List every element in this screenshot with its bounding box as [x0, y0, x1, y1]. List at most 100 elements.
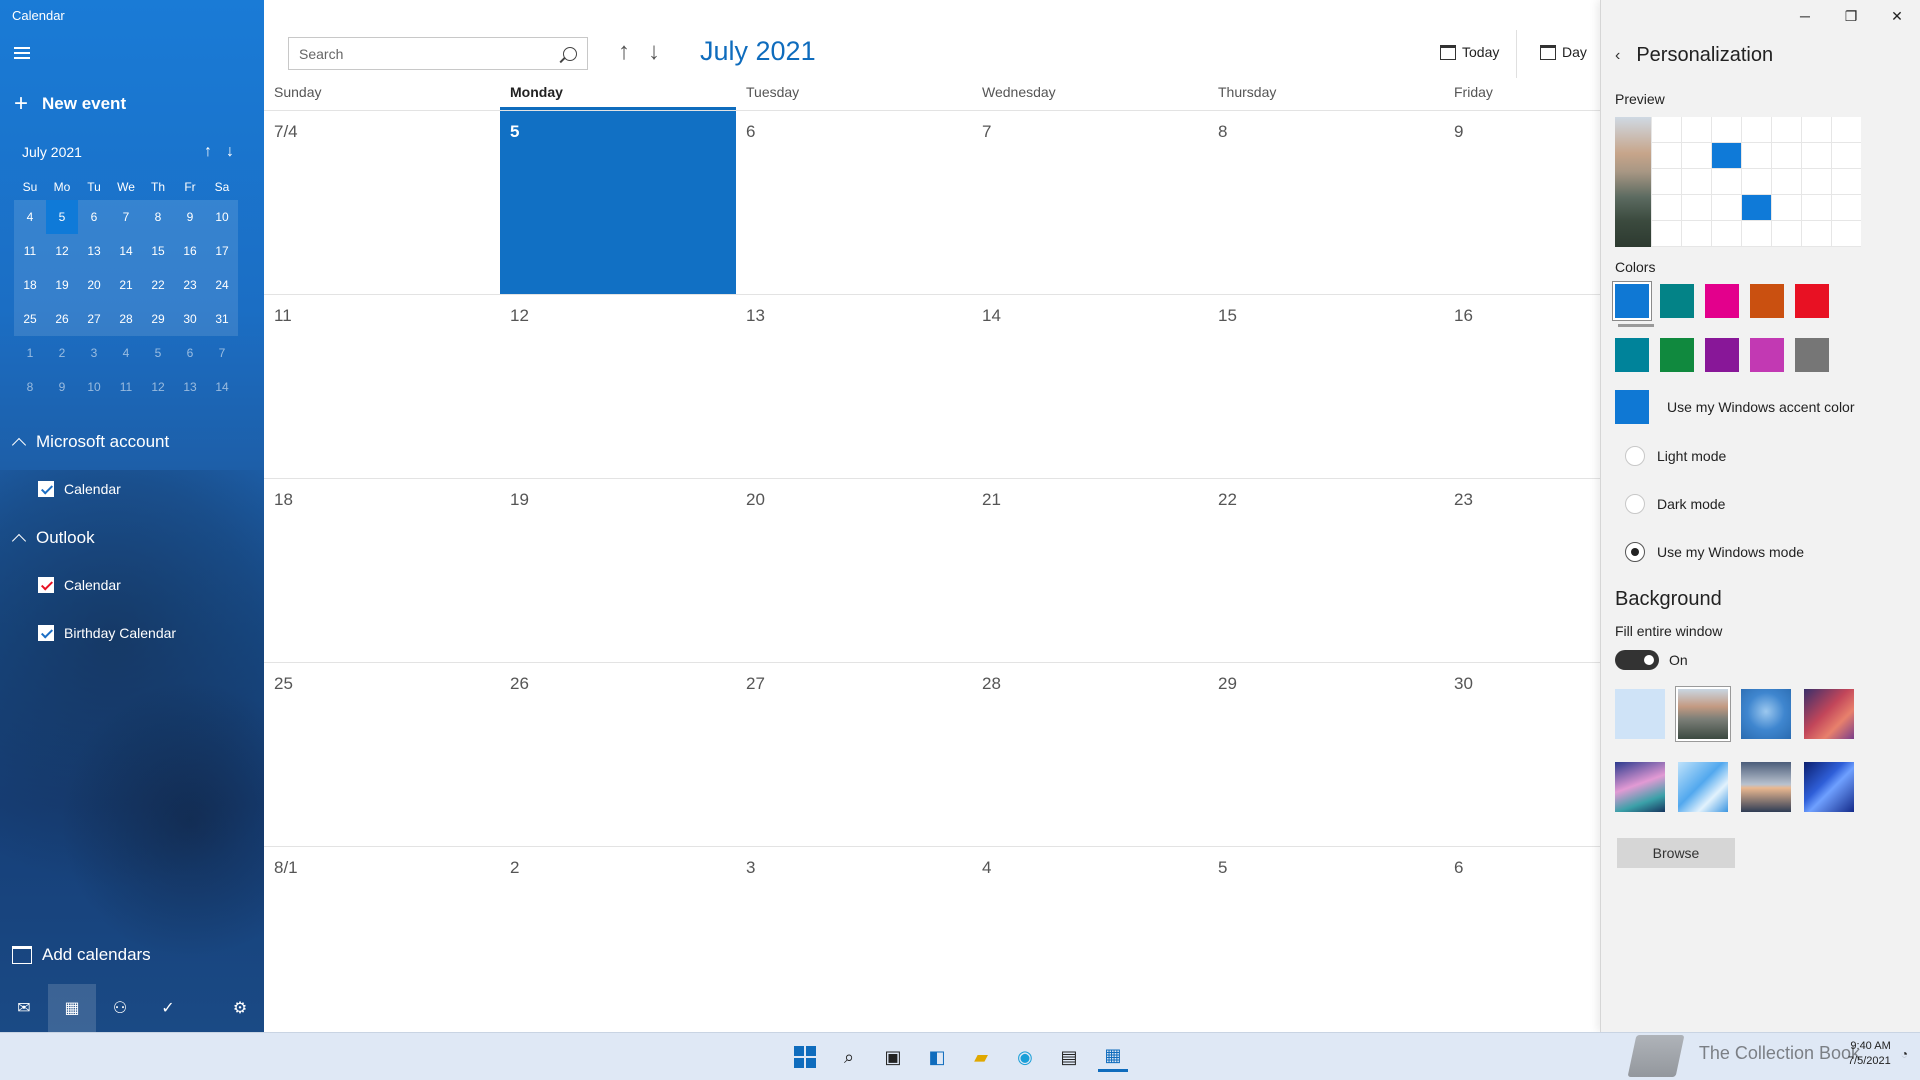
mini-next-month-arrow-down-icon[interactable]: ↓ [226, 143, 234, 161]
mini-day[interactable]: 17 [206, 234, 238, 268]
mini-day[interactable]: 8 [14, 370, 46, 404]
day-cell[interactable]: 3 [736, 847, 972, 1031]
day-cell[interactable]: 12 [500, 295, 736, 479]
mini-day[interactable]: 22 [142, 268, 174, 302]
windows-mode-radio[interactable]: Use my Windows mode [1625, 542, 1804, 562]
mini-day[interactable]: 14 [110, 234, 142, 268]
background-option-mountain[interactable] [1676, 687, 1730, 741]
browse-button[interactable]: Browse [1617, 838, 1735, 868]
mini-day[interactable]: 30 [174, 302, 206, 336]
calendar-toggle-outlook-calendar[interactable]: Calendar [38, 577, 121, 593]
mini-day[interactable]: 12 [142, 370, 174, 404]
calendar-icon[interactable]: ▦ [48, 984, 96, 1032]
dark-mode-radio[interactable]: Dark mode [1625, 494, 1725, 514]
checkbox-checked-icon[interactable] [38, 481, 54, 497]
mini-day[interactable]: 28 [110, 302, 142, 336]
mini-day[interactable]: 29 [142, 302, 174, 336]
background-option-canyon[interactable] [1804, 689, 1854, 739]
mini-day[interactable]: 6 [78, 200, 110, 234]
mini-day[interactable]: 4 [14, 200, 46, 234]
edge-browser-icon[interactable]: ◉ [1010, 1042, 1040, 1072]
mini-day[interactable]: 5 [142, 336, 174, 370]
background-option-blue-streaks[interactable] [1804, 762, 1854, 812]
mini-day[interactable]: 26 [46, 302, 78, 336]
color-swatch[interactable] [1613, 282, 1651, 320]
day-cell[interactable]: 14 [972, 295, 1208, 479]
day-cell[interactable]: 7 [972, 111, 1208, 295]
mini-day[interactable]: 14 [206, 370, 238, 404]
calendar-app-icon[interactable]: ▦ [1098, 1042, 1128, 1072]
mini-day[interactable]: 12 [46, 234, 78, 268]
day-cell[interactable]: 27 [736, 663, 972, 847]
background-option-light-blue[interactable] [1615, 689, 1665, 739]
mini-day[interactable]: 27 [78, 302, 110, 336]
mini-day[interactable]: 18 [14, 268, 46, 302]
gear-icon[interactable]: ⚙ [216, 984, 264, 1032]
mail-icon[interactable]: ✉ [0, 984, 48, 1032]
calendar-toggle-birthday-calendar[interactable]: Birthday Calendar [38, 625, 176, 641]
mini-day[interactable]: 11 [110, 370, 142, 404]
day-cell[interactable]: 26 [500, 663, 736, 847]
calendar-toggle-microsoft-calendar[interactable]: Calendar [38, 481, 121, 497]
day-cell[interactable]: 22 [1208, 479, 1444, 663]
mini-day[interactable]: 2 [46, 336, 78, 370]
search-input[interactable]: Search [288, 37, 588, 70]
day-view-button[interactable]: Day [1540, 44, 1587, 60]
people-icon[interactable]: ⚇ [96, 984, 144, 1032]
color-swatch[interactable] [1795, 284, 1829, 318]
widgets-icon[interactable]: ◧ [922, 1042, 952, 1072]
hamburger-menu-icon[interactable] [14, 47, 30, 59]
checkbox-checked-icon[interactable] [38, 577, 54, 593]
radio-circle[interactable] [1625, 494, 1645, 514]
color-swatch[interactable] [1660, 284, 1694, 318]
mini-day[interactable]: 21 [110, 268, 142, 302]
checkbox-checked-icon[interactable] [38, 625, 54, 641]
day-cell[interactable]: 6 [736, 111, 972, 295]
day-cell[interactable]: 2 [500, 847, 736, 1031]
day-cell[interactable]: 28 [972, 663, 1208, 847]
notification-icon[interactable]: ◔ [1901, 1047, 1908, 1061]
mini-day[interactable]: 4 [110, 336, 142, 370]
day-cell[interactable]: 5 [1208, 847, 1444, 1031]
task-view-icon[interactable]: ▣ [878, 1042, 908, 1072]
new-event-button[interactable]: + New event [14, 92, 126, 116]
day-cell[interactable]: 8 [1208, 111, 1444, 295]
color-swatch[interactable] [1705, 338, 1739, 372]
mini-prev-month-arrow-up-icon[interactable]: ↑ [204, 143, 212, 161]
day-cell[interactable]: 21 [972, 479, 1208, 663]
mini-day-today[interactable]: 5 [46, 200, 78, 234]
fill-window-toggle[interactable]: On [1615, 650, 1688, 670]
restore-icon[interactable]: ❐ [1828, 4, 1874, 28]
mini-day[interactable]: 8 [142, 200, 174, 234]
mini-day[interactable]: 13 [78, 234, 110, 268]
color-swatch[interactable] [1750, 338, 1784, 372]
color-swatch[interactable] [1705, 284, 1739, 318]
mini-day[interactable]: 19 [46, 268, 78, 302]
mini-day[interactable]: 10 [206, 200, 238, 234]
day-cell-today[interactable]: 5 [500, 111, 736, 295]
mini-day[interactable]: 7 [206, 336, 238, 370]
windows-start-icon[interactable] [790, 1042, 820, 1072]
file-explorer-icon[interactable]: ▰ [966, 1042, 996, 1072]
mini-day[interactable]: 11 [14, 234, 46, 268]
day-cell[interactable]: 13 [736, 295, 972, 479]
background-option-blue-glass[interactable] [1678, 762, 1728, 812]
day-cell[interactable]: 29 [1208, 663, 1444, 847]
mini-day[interactable]: 16 [174, 234, 206, 268]
day-cell[interactable]: 15 [1208, 295, 1444, 479]
color-swatch[interactable] [1750, 284, 1784, 318]
day-cell[interactable]: 20 [736, 479, 972, 663]
store-icon[interactable]: ▤ [1054, 1042, 1084, 1072]
background-option-blue-tree[interactable] [1741, 689, 1791, 739]
todo-check-icon[interactable]: ✓ [144, 984, 192, 1032]
minimize-icon[interactable]: ─ [1782, 4, 1828, 28]
mini-day[interactable]: 10 [78, 370, 110, 404]
color-swatch[interactable] [1615, 338, 1649, 372]
account-microsoft[interactable]: Microsoft account [11, 432, 169, 453]
month-title[interactable]: July 2021 [700, 36, 816, 67]
mini-day[interactable]: 23 [174, 268, 206, 302]
accent-color-swatch[interactable] [1615, 390, 1649, 424]
radio-circle-selected[interactable] [1625, 542, 1645, 562]
day-cell[interactable]: 8/1 [264, 847, 500, 1031]
clock[interactable]: 9:40 AM 7/5/2021 [1848, 1039, 1891, 1069]
